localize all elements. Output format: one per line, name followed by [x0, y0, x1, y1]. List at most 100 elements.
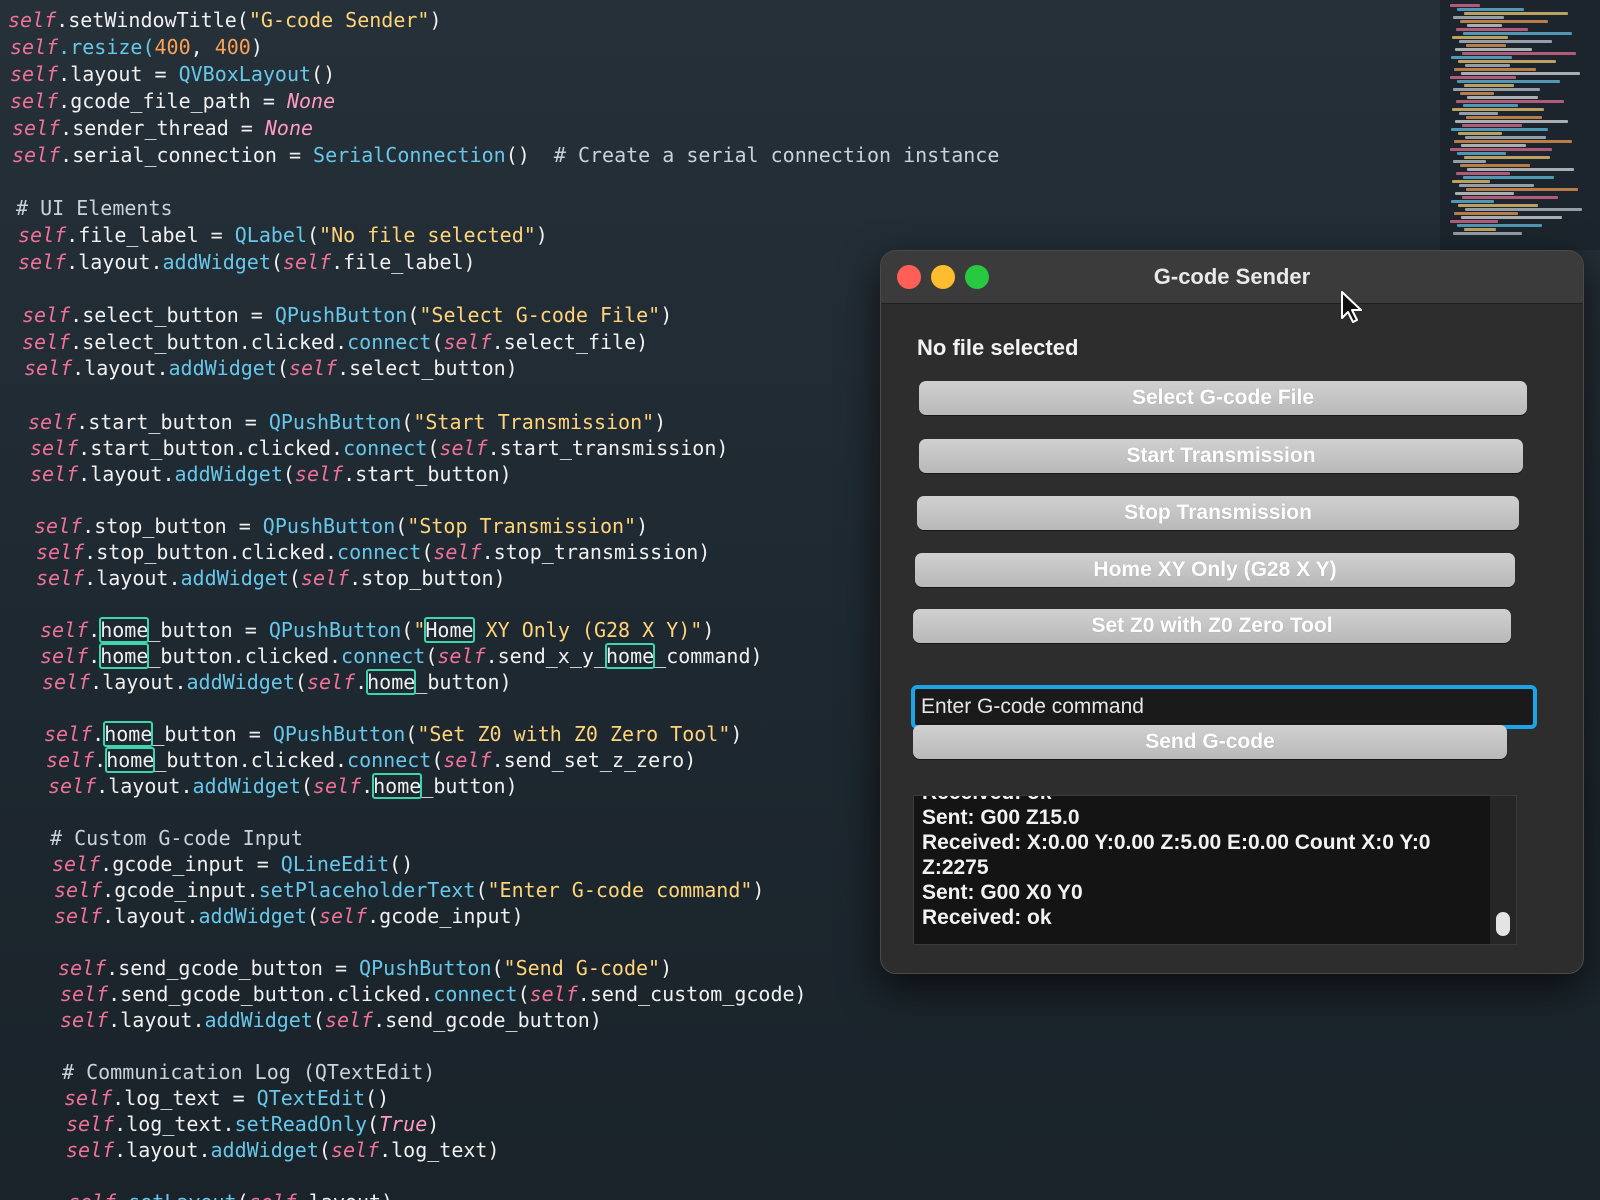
log-line: Received: ok — [922, 906, 1052, 929]
code-line: self.log_text = QTextEdit() — [64, 1086, 389, 1110]
code-token: .start_button = — [76, 410, 269, 434]
code-token: self — [318, 904, 368, 928]
code-token: ( — [431, 330, 444, 354]
minimap-line — [1461, 216, 1562, 219]
title-bar[interactable]: G-code Sender — [881, 251, 1583, 304]
code-line: self.start_button = QPushButton("Start T… — [28, 410, 666, 434]
gcode-command-input[interactable] — [911, 685, 1537, 729]
home-xy-button[interactable]: Home XY Only (G28 X Y) — [915, 553, 1515, 587]
code-token: ) — [535, 223, 548, 247]
code-line: self.sender_thread = None — [12, 116, 313, 140]
minimap-line — [1464, 228, 1496, 231]
code-token: connect — [343, 436, 428, 460]
send-gcode-button[interactable]: Send G-code — [913, 725, 1507, 759]
code-line: self.layout.addWidget(self.send_gcode_bu… — [60, 1008, 602, 1032]
minimap-line — [1465, 136, 1546, 139]
code-token: self — [249, 1190, 297, 1200]
code-token: self — [294, 462, 344, 486]
code-token: addWidget — [192, 774, 301, 798]
minimap-line — [1464, 84, 1514, 87]
code-token: self — [28, 410, 77, 434]
code-token: self — [12, 143, 61, 167]
code-line: self.gcode_input = QLineEdit() — [52, 852, 413, 876]
log-lines: Received: ok Sent: G00 Z15.0Received: X:0… — [922, 796, 1482, 930]
code-token: None — [264, 116, 314, 140]
code-token: .stop_transmission) — [481, 540, 711, 564]
log-scrollbar[interactable] — [1490, 796, 1516, 944]
code-token: self — [64, 1086, 113, 1110]
code-token: # Communication Log (QTextEdit) — [62, 1060, 436, 1084]
log-line: Received: X:0.00 Y:0.00 Z:5.00 E:0.00 Co… — [922, 831, 1437, 879]
minimap-line — [1466, 44, 1506, 47]
code-token: self — [439, 436, 488, 460]
code-token: home — [99, 643, 150, 669]
code-token: .layout. — [96, 774, 193, 798]
code-token: "Stop Transmission" — [407, 514, 637, 538]
code-line: # Communication Log (QTextEdit) — [62, 1060, 435, 1084]
start-transmission-button[interactable]: Start Transmission — [919, 439, 1523, 473]
minimap-line — [1460, 20, 1548, 23]
code-token: home — [366, 669, 417, 695]
code-token: home — [105, 747, 156, 773]
log-scrollbar-thumb[interactable] — [1496, 912, 1510, 936]
log-line: Sent: G00 Z15.0 — [922, 806, 1080, 829]
code-token: .layout. — [78, 462, 175, 486]
code-token: .file_label = — [66, 223, 235, 247]
code-token: .gcode_input) — [367, 904, 524, 928]
code-token: connect — [433, 982, 518, 1006]
code-token: XY Only (G28 X Y)" — [473, 618, 703, 642]
code-token: ( — [307, 223, 320, 247]
minimap-line — [1450, 76, 1516, 79]
code-token: QPushButton — [274, 303, 408, 327]
code-token: ) — [427, 1112, 440, 1136]
minimap-line — [1453, 88, 1540, 91]
code-token: setPlaceholderText — [258, 878, 476, 902]
code-token: self — [18, 250, 67, 274]
minimap-line — [1463, 32, 1572, 35]
code-token: self — [443, 748, 492, 772]
code-token: .layout) — [297, 1190, 393, 1200]
code-token: addWidget — [210, 1138, 319, 1162]
code-token: ( — [276, 356, 289, 380]
code-token: ( — [431, 748, 444, 772]
minimap-line — [1453, 16, 1504, 19]
code-token: self — [22, 330, 71, 354]
code-token: addWidget — [162, 250, 271, 274]
select-gcode-file-button[interactable]: Select G-code File — [919, 381, 1527, 415]
code-token: .layout. — [114, 1138, 211, 1162]
code-token: .log_text) — [379, 1138, 500, 1162]
minimap-line — [1465, 64, 1510, 67]
code-token: self — [12, 116, 61, 140]
code-line: self.home_button = QPushButton("Home XY … — [40, 617, 714, 643]
minimap-line — [1467, 24, 1502, 27]
code-line: self.layout.addWidget(self.file_label) — [18, 250, 476, 274]
code-token: .start_button) — [343, 462, 512, 486]
code-line: # UI Elements — [16, 196, 173, 220]
code-token: addWidget — [198, 904, 307, 928]
minimap-line — [1451, 56, 1512, 59]
code-token: addWidget — [204, 1008, 313, 1032]
code-token: QTextEdit — [256, 1086, 366, 1110]
minimap-line — [1463, 176, 1554, 179]
communication-log[interactable]: Received: ok Sent: G00 Z15.0Received: X:0… — [913, 795, 1517, 945]
code-line: self.layout.addWidget(self.home_button) — [48, 773, 518, 799]
code-token: 400 — [154, 35, 191, 59]
code-token: . — [88, 618, 101, 642]
minimap-line — [1456, 172, 1510, 175]
minimap-line — [1452, 36, 1508, 39]
code-token: ) — [730, 722, 743, 746]
code-token: . — [355, 670, 368, 694]
code-token: ( — [475, 878, 488, 902]
code-line: self.layout.addWidget(self.log_text) — [66, 1138, 500, 1162]
code-token: .setWindowTitle( — [56, 8, 249, 32]
stop-transmission-button[interactable]: Stop Transmission — [917, 496, 1519, 530]
code-token: addWidget — [168, 356, 277, 380]
code-line: self.layout.addWidget(self.gcode_input) — [54, 904, 524, 928]
code-token: "Send G-code" — [503, 956, 661, 980]
code-minimap[interactable] — [1440, 0, 1600, 250]
code-token: QPushButton — [268, 410, 402, 434]
code-token: self — [44, 722, 93, 746]
code-token: "G-code Sender" — [248, 8, 430, 32]
set-z0-button[interactable]: Set Z0 with Z0 Zero Tool — [913, 609, 1511, 643]
minimap-line — [1466, 188, 1578, 191]
